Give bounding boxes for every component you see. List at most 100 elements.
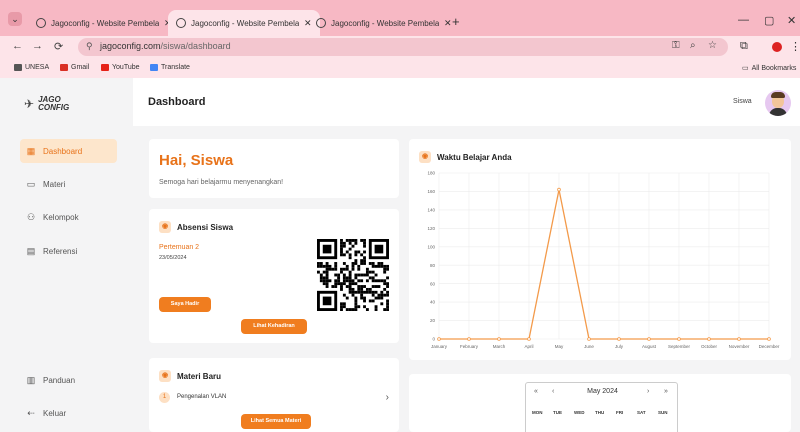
avatar[interactable] [765, 90, 791, 116]
next-month-icon[interactable]: › [647, 388, 649, 395]
data-point [497, 337, 501, 341]
new-tab-icon[interactable]: + [452, 14, 460, 29]
youtube-icon [101, 64, 109, 71]
greeting-subtitle: Semoga hari belajarmu menyenangkan! [159, 179, 284, 186]
sidebar-item-keluar[interactable]: ⇠ Keluar [20, 401, 117, 425]
user-name: Siswa [733, 98, 752, 105]
tab-title: Jagoconfig - Website Pembelaj... [191, 18, 299, 28]
profile-extension-icon[interactable] [772, 42, 782, 52]
grid-icon: ▦ [26, 145, 36, 156]
y-tick-label: 60 [430, 281, 436, 286]
material-icon: ◉ [159, 370, 171, 382]
sidebar-item-label: Dashboard [43, 146, 83, 156]
data-point [467, 337, 471, 341]
view-attendance-button[interactable]: Lihat Kehadiran [241, 319, 307, 334]
material-title: Pengenalan VLAN [177, 394, 227, 400]
greeting-card: Hai, Siswa Semoga hari belajarmu menyena… [149, 139, 399, 198]
url-field[interactable]: ⚲ jagoconfig.com/siswa/dashboard ⚿ ⌕ ☆ [78, 38, 728, 56]
folder-icon: ▭ [742, 65, 749, 72]
globe-icon [176, 18, 186, 28]
browser-tab-3[interactable]: Jagoconfig - Website Pembelaj... ✕ [308, 10, 460, 36]
attendance-card: ◉ Absensi Siswa Pertemuan 2 23/05/2024 S… [149, 209, 399, 343]
tab-title: Jagoconfig - Website Pembelaj... [331, 18, 439, 28]
calendar-weekday: MON [532, 410, 543, 415]
study-time-chart-card: ◉ Waktu Belajar Anda 0 20 40 60 80 100 120 140 1… [409, 139, 791, 360]
meeting-date: 23/05/2024 [159, 255, 187, 261]
y-tick-label: 140 [427, 207, 435, 212]
calendar: May 2024 « ‹ › » MON TUE WED THU FRI SAT SUN [525, 382, 678, 432]
prev-month-icon[interactable]: ‹ [552, 388, 554, 395]
forward-icon[interactable]: → [32, 40, 43, 52]
globe-icon [36, 18, 46, 28]
extensions-icon[interactable]: ⧉ [740, 40, 748, 53]
sidebar-item-dashboard[interactable]: ▦ Dashboard [20, 139, 117, 163]
minimize-icon[interactable]: — [738, 14, 749, 26]
brand-logo[interactable]: ✈ JAGO CONFIG [24, 96, 69, 112]
x-tick-label: January [431, 344, 448, 349]
browser-tab-1[interactable]: Jagoconfig - Website Pembelaj... ✕ [28, 10, 180, 36]
item-number: 1 [159, 391, 170, 403]
y-tick-label: 160 [427, 189, 435, 194]
menu-dots-icon[interactable]: ⋮ [790, 40, 800, 53]
sidebar-item-materi[interactable]: ▭ Materi [20, 172, 117, 196]
prev-year-icon[interactable]: « [534, 388, 538, 395]
attendance-icon: ◉ [159, 221, 171, 233]
sidebar-item-label: Referensi [43, 246, 78, 256]
sidebar-item-referensi[interactable]: ▤ Referensi [20, 239, 117, 263]
card-title: Absensi Siswa [177, 222, 234, 232]
line-chart: 0 20 40 60 80 100 120 140 160 180 January February M… [427, 171, 779, 349]
calendar-weekday: FRI [616, 410, 624, 415]
app-root: ✈ JAGO CONFIG ▦ Dashboard ▭ Materi ⚇ Kel… [0, 78, 800, 432]
present-button[interactable]: Saya Hadir [159, 297, 211, 312]
x-tick-label: June [584, 344, 594, 349]
chevron-right-icon: › [385, 391, 389, 403]
data-point [677, 337, 681, 341]
data-point [527, 337, 531, 341]
view-all-materials-button[interactable]: Lihat Semua Materi [241, 414, 311, 429]
next-year-icon[interactable]: » [664, 388, 668, 395]
x-tick-label: March [493, 344, 506, 349]
url-text[interactable]: jagoconfig.com/siswa/dashboard [100, 41, 231, 51]
reload-icon[interactable]: ⟳ [54, 40, 63, 53]
close-window-icon[interactable]: ✕ [787, 14, 796, 27]
list-item[interactable]: 1 Pengenalan VLAN › [159, 389, 389, 405]
group-icon: ⚇ [26, 211, 36, 222]
data-point [737, 337, 741, 341]
browser-tab-2[interactable]: Jagoconfig - Website Pembelaj... ✕ [168, 10, 320, 36]
bookmark-unesa[interactable]: UNESA [14, 64, 49, 71]
bookmarks-bar: UNESA Gmail YouTube Translate ▭ All Book… [0, 58, 800, 78]
bookmark-star-icon[interactable]: ☆ [708, 40, 717, 51]
zoom-icon[interactable]: ⌕ [690, 40, 696, 51]
bird-logo-icon: ✈ [24, 97, 35, 111]
data-point [617, 337, 621, 341]
x-tick-label: April [524, 344, 533, 349]
bookmark-youtube[interactable]: YouTube [101, 64, 140, 71]
back-icon[interactable]: ← [12, 40, 23, 52]
y-tick-label: 0 [432, 337, 435, 342]
calendar-weekday: WED [574, 410, 585, 415]
page-title: Dashboard [148, 96, 206, 108]
all-bookmarks[interactable]: ▭ All Bookmarks [742, 64, 796, 73]
sidebar-item-kelompok[interactable]: ⚇ Kelompok [20, 205, 117, 229]
close-icon[interactable]: ✕ [444, 18, 452, 29]
sidebar-item-panduan[interactable]: ▥ Panduan [20, 368, 117, 392]
maximize-icon[interactable]: ▢ [764, 14, 774, 27]
y-tick-label: 180 [427, 171, 435, 176]
meeting-label: Pertemuan 2 [159, 244, 200, 251]
y-tick-label: 20 [430, 318, 436, 323]
x-tick-label: November [729, 344, 750, 349]
bookmark-translate[interactable]: Translate [150, 64, 190, 71]
y-tick-label: 100 [427, 244, 435, 249]
calendar-weekday: TUE [553, 410, 562, 415]
gmail-icon [60, 64, 68, 71]
book-icon: ▭ [26, 178, 36, 189]
sidebar-item-label: Kelompok [43, 212, 79, 222]
y-tick-label: 120 [427, 226, 435, 231]
tab-search-icon[interactable]: ⌄ [8, 12, 22, 26]
password-key-icon[interactable]: ⚿ [672, 40, 680, 51]
site-settings-icon[interactable]: ⚲ [86, 41, 93, 52]
bookmark-gmail[interactable]: Gmail [60, 64, 89, 71]
greeting-title: Hai, Siswa [159, 152, 234, 169]
x-tick-label: May [555, 344, 564, 349]
logout-icon: ⇠ [27, 407, 35, 418]
